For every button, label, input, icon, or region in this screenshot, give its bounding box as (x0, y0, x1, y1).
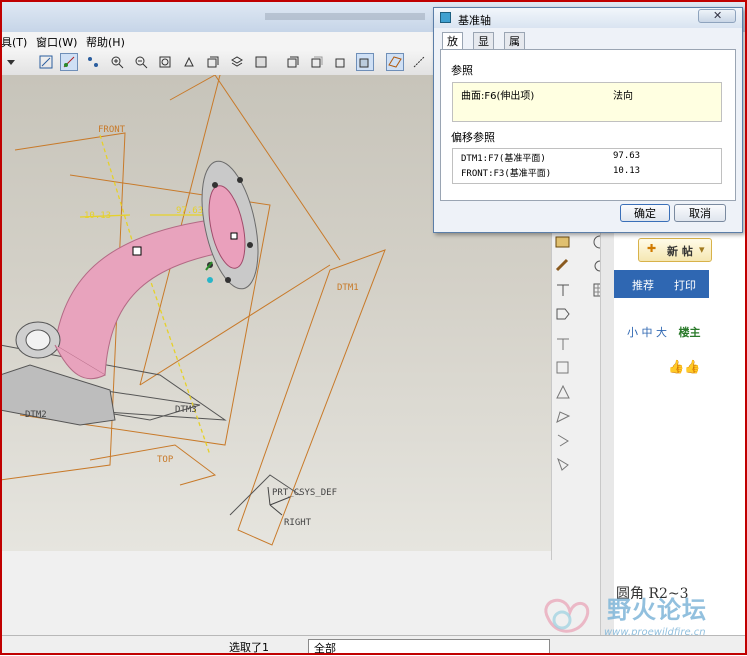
orient-icon[interactable] (180, 53, 198, 71)
sketch-tool-icon[interactable] (555, 234, 571, 250)
offset-ref-1[interactable]: DTM1:F7(基准平面) (461, 151, 546, 164)
tab-placement[interactable]: 放置 (442, 32, 463, 65)
dialog-title: 基准轴 (458, 14, 491, 27)
front-label: FRONT (98, 125, 126, 135)
tab-display[interactable]: 显示 (473, 32, 494, 65)
wireframe-icon[interactable] (284, 53, 302, 71)
datum-axis-icon-small (440, 12, 451, 23)
plus-icon: ✚ (647, 242, 657, 255)
hole-icon[interactable] (555, 282, 571, 298)
shell-icon[interactable] (555, 306, 571, 322)
chain-icon[interactable] (555, 258, 571, 274)
floor-owner-label: 楼主 (678, 326, 701, 339)
new-post-label: 新 帖 (667, 245, 693, 258)
offset-references-list[interactable]: DTM1:F7(基准平面) 97.63 FRONT:F3(基准平面) 10.13 (452, 148, 722, 184)
font-medium-link[interactable]: 中 (642, 326, 653, 339)
references-list[interactable]: 曲面:F6(伸出项) 法向 (452, 82, 722, 122)
placement-panel: 参照 曲面:F6(伸出项) 法向 偏移参照 DTM1:F7(基准平面) 97.6… (440, 49, 736, 201)
datum-axis-icon[interactable] (60, 53, 78, 71)
menu-window[interactable]: 窗口(W) (36, 34, 77, 50)
zoom-out-icon[interactable] (132, 53, 150, 71)
dtm1-label: DTM1 (337, 283, 359, 293)
hidden-line-icon[interactable] (308, 53, 326, 71)
view-manager-icon[interactable] (252, 53, 270, 71)
font-large-link[interactable]: 大 (656, 326, 667, 339)
menu-bar: 具(T) 窗口(W) 帮助(H) (0, 32, 440, 49)
close-icon: ✕ (713, 9, 723, 22)
forum-nav: 推荐 打印 (614, 270, 709, 298)
shading-icon[interactable] (356, 53, 374, 71)
dimension-97-63[interactable]: 97.63 (176, 206, 203, 216)
right-label: RIGHT (284, 518, 312, 528)
datum-axes-display-icon[interactable] (410, 53, 428, 71)
new-post-button[interactable]: ✚ 新 帖 ▾ (638, 238, 712, 262)
draft-icon[interactable] (555, 360, 571, 376)
datum-point-icon[interactable] (84, 53, 102, 71)
dialog-title-bar[interactable]: 基准轴 ✕ (434, 8, 742, 28)
dtm2-label: DTM2 (25, 410, 47, 420)
selection-filter[interactable]: 全部 (308, 639, 550, 655)
saved-views-icon[interactable] (204, 53, 222, 71)
offset-ref-2[interactable]: FRONT:F3(基准平面) (461, 166, 551, 179)
cancel-button[interactable]: 取消 (674, 204, 726, 222)
print-link[interactable]: 打印 (674, 277, 696, 293)
layers-icon[interactable] (228, 53, 246, 71)
references-heading: 参照 (451, 64, 473, 77)
offset-value-1[interactable]: 97.63 (613, 151, 640, 161)
ok-button[interactable]: 确定 (620, 204, 670, 222)
rib-icon[interactable] (555, 336, 571, 352)
refit-icon[interactable] (156, 53, 174, 71)
dimension-10-13[interactable]: 10.13 (84, 211, 111, 221)
selection-count: 选取了1 (229, 641, 269, 654)
main-toolbar (0, 49, 440, 76)
watermark-name: 野火论坛 (607, 596, 707, 624)
sketch-icon[interactable] (37, 53, 55, 71)
reference-item[interactable]: 曲面:F6(伸出项) (461, 87, 534, 102)
dropdown-icon[interactable] (2, 53, 20, 71)
top-label: TOP (157, 455, 174, 465)
datum-planes-display-icon[interactable] (386, 53, 404, 71)
no-hidden-icon[interactable] (332, 53, 350, 71)
offset-references-heading: 偏移参照 (451, 131, 495, 144)
recommend-link[interactable]: 推荐 (632, 277, 654, 293)
font-small-link[interactable]: 小 (627, 326, 638, 339)
selection-filter-value: 全部 (314, 642, 336, 655)
tab-properties[interactable]: 属性 (504, 32, 525, 65)
extend-icon[interactable] (555, 456, 571, 472)
reference-type[interactable]: 法向 (613, 87, 633, 102)
menu-tools[interactable]: 具(T) (1, 34, 27, 50)
menu-help[interactable]: 帮助(H) (86, 34, 125, 50)
chevron-down-icon: ▾ (699, 243, 705, 256)
trim-icon[interactable] (555, 432, 571, 448)
offset-value-2[interactable]: 10.13 (613, 166, 640, 176)
dtm3-label: DTM3 (175, 405, 197, 415)
lower-panel (0, 551, 600, 635)
round-icon[interactable] (555, 384, 571, 400)
close-button[interactable]: ✕ (698, 9, 736, 23)
dtm1-datum-plane (237, 249, 386, 546)
zoom-in-icon[interactable] (108, 53, 126, 71)
thumbs-up-icon[interactable]: 👍👍 (668, 360, 700, 375)
chamfer-icon[interactable] (555, 408, 571, 424)
csys-label: PRT_CSYS_DEF (272, 488, 338, 498)
font-size-switcher: 小 中 大 楼主 (627, 324, 701, 340)
datum-axis-dialog: 基准轴 ✕ 放置 显示 属性 参照 曲面:F6(伸出项) 法向 偏移参照 DTM… (433, 7, 743, 233)
